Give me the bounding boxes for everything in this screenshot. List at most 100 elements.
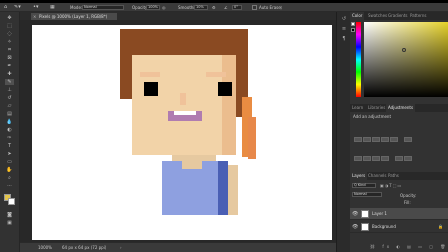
tab-adjustments[interactable]: Adjustments <box>386 104 416 112</box>
pressure-opacity-icon[interactable]: ◎ <box>162 5 168 10</box>
home-icon[interactable]: ⌂ <box>4 5 12 10</box>
brush-settings-icon[interactable]: ▦ <box>50 5 58 10</box>
channel-mixer-icon[interactable] <box>381 156 389 161</box>
pencil-tool-icon[interactable]: ✎ <box>5 79 14 85</box>
more-tools-icon[interactable]: ··· <box>5 183 14 189</box>
tab-patterns[interactable]: Patterns <box>408 12 428 20</box>
properties-panel-icon[interactable]: ≡ <box>340 26 348 33</box>
right-eye <box>218 82 232 96</box>
path-selection-tool-icon[interactable]: ➤ <box>5 151 14 157</box>
tab-learn[interactable]: Learn <box>350 104 365 112</box>
mode-select[interactable]: Normal <box>82 5 124 10</box>
pen-tool-icon[interactable]: ✑ <box>5 135 14 141</box>
magic-wand-tool-icon[interactable]: ✧ <box>5 39 14 45</box>
opacity-input[interactable]: 100% <box>146 5 160 10</box>
history-brush-tool-icon[interactable]: ↺ <box>5 95 14 101</box>
angle-input[interactable]: 0° <box>232 5 242 10</box>
hue-slider[interactable] <box>356 22 361 97</box>
document-info: 64 px x 64 px (72 ppi) <box>62 245 107 250</box>
crop-tool-icon[interactable]: ⌗ <box>5 47 14 53</box>
layer-name[interactable]: Layer 1 <box>372 211 387 217</box>
visibility-eye-icon[interactable]: 👁 <box>352 224 358 230</box>
blur-tool-icon[interactable]: 💧 <box>5 119 14 125</box>
layer-filter-kind[interactable]: Q Kind <box>352 183 376 188</box>
smoothing-input[interactable]: 10% <box>194 5 208 10</box>
color-picker-field[interactable] <box>364 22 448 97</box>
layer-row[interactable]: 👁 Background 🔒 <box>350 221 448 233</box>
vibrance-icon[interactable] <box>390 137 398 142</box>
canvas-area[interactable] <box>20 20 336 242</box>
rectangle-tool-icon[interactable]: ▭ <box>5 159 14 165</box>
document-tab-bar: × Pixels @ 1000% (Layer 1, RGB/8*) <box>20 12 336 20</box>
levels-icon[interactable] <box>363 137 371 142</box>
brightness-contrast-icon[interactable] <box>354 137 362 142</box>
nose <box>180 93 186 105</box>
tab-libraries[interactable]: Libraries <box>366 104 387 112</box>
layer-name[interactable]: Background <box>372 224 396 230</box>
document-canvas[interactable] <box>32 25 332 240</box>
symmetry-icon[interactable]: ᛝ <box>280 5 288 10</box>
mode-label: Mode: <box>70 5 83 10</box>
layer-opacity-label: Opacity: <box>400 193 417 198</box>
black-white-icon[interactable] <box>363 156 371 161</box>
visibility-eye-icon[interactable]: 👁 <box>352 211 358 217</box>
toolbar: ✥ ⬚ ◌ ✧ ⌗ ⊠ ✒ ✚ ✎ ⊥ ↺ ▱ ▤ 💧 ◐ ✑ T ➤ ▭ ✋ … <box>0 12 20 252</box>
color-picker-cursor[interactable] <box>402 48 406 52</box>
status-menu-icon[interactable]: › <box>120 245 122 250</box>
quick-mask-icon[interactable]: ◙ <box>5 212 14 218</box>
tab-color[interactable]: Color <box>350 12 365 20</box>
healing-brush-tool-icon[interactable]: ✚ <box>5 71 14 77</box>
tab-paths[interactable]: Paths <box>386 172 401 180</box>
lasso-tool-icon[interactable]: ◌ <box>5 31 14 37</box>
panel-foreground-swatch[interactable] <box>351 22 355 26</box>
layer-row[interactable]: 👁 Layer 1 <box>350 208 448 220</box>
document-tab[interactable]: × Pixels @ 1000% (Layer 1, RGB/8*) <box>31 13 117 20</box>
zoom-level[interactable]: 1000% <box>38 245 52 250</box>
move-tool-icon[interactable]: ✥ <box>5 15 14 21</box>
shirt-shadow <box>218 161 228 215</box>
gradient-tool-icon[interactable]: ▤ <box>5 111 14 117</box>
background-color-swatch[interactable] <box>8 198 15 205</box>
layer-filter-icons[interactable]: ▣◑T⬚▭ <box>380 183 402 188</box>
hue-saturation-icon[interactable] <box>404 137 413 142</box>
posterize-icon[interactable] <box>404 156 413 161</box>
paragraph-panel-icon[interactable]: ¶ <box>340 36 348 43</box>
curves-icon[interactable] <box>372 137 380 142</box>
eraser-tool-icon[interactable]: ▱ <box>5 103 14 109</box>
screen-mode-icon[interactable]: ▣ <box>5 220 14 226</box>
smoothing-options-icon[interactable]: ⚙ <box>212 5 218 10</box>
arm <box>228 165 238 215</box>
layers-panel-tabs: Layers Channels Paths <box>350 172 448 180</box>
layer-panel-footer-icons[interactable]: ⛓ fx ◐ ▤ ▭ ▢ 🗑 <box>370 244 448 249</box>
color-panel-tabs: Color Swatches Gradients Patterns <box>350 12 448 20</box>
tab-close-icon[interactable]: × <box>33 14 36 19</box>
layer-thumbnail <box>361 210 369 218</box>
document-tab-title: Pixels @ 1000% (Layer 1, RGB/8*) <box>39 14 108 19</box>
invert-icon[interactable] <box>395 156 404 161</box>
dodge-tool-icon[interactable]: ◐ <box>5 127 14 133</box>
hand-tool-icon[interactable]: ✋ <box>5 167 14 173</box>
pixel-art-character <box>120 29 256 215</box>
adjustments-panel-tabs: Learn Libraries Adjustments <box>350 104 448 112</box>
status-bar: 1000% 64 px x 64 px (72 ppi) › <box>20 242 336 252</box>
eyedropper-tool-icon[interactable]: ✒ <box>5 63 14 69</box>
pencil-tool-preset-icon[interactable]: ✎▾ <box>14 5 23 10</box>
color-balance-icon[interactable] <box>354 156 362 161</box>
auto-erase-checkbox[interactable] <box>252 5 257 10</box>
frame-tool-icon[interactable]: ⊠ <box>5 55 14 61</box>
stamp-tool-icon[interactable]: ⊥ <box>5 87 14 93</box>
teeth <box>174 111 196 115</box>
tab-gradients[interactable]: Gradients <box>386 12 410 20</box>
blend-mode-select[interactable]: Normal <box>352 192 382 197</box>
history-panel-icon[interactable]: ↺ <box>340 16 348 23</box>
marquee-tool-icon[interactable]: ⬚ <box>5 23 14 29</box>
panel-background-swatch[interactable] <box>351 28 355 32</box>
exposure-icon[interactable] <box>381 137 389 142</box>
brush-size-icon[interactable]: •▾ <box>33 5 42 10</box>
zoom-tool-icon[interactable]: ⌕ <box>5 175 14 181</box>
auto-erase-label: Auto Erase <box>259 5 281 10</box>
photo-filter-icon[interactable] <box>372 156 380 161</box>
tab-layers[interactable]: Layers <box>350 172 368 180</box>
ear-accent <box>248 117 256 159</box>
type-tool-icon[interactable]: T <box>5 143 14 149</box>
